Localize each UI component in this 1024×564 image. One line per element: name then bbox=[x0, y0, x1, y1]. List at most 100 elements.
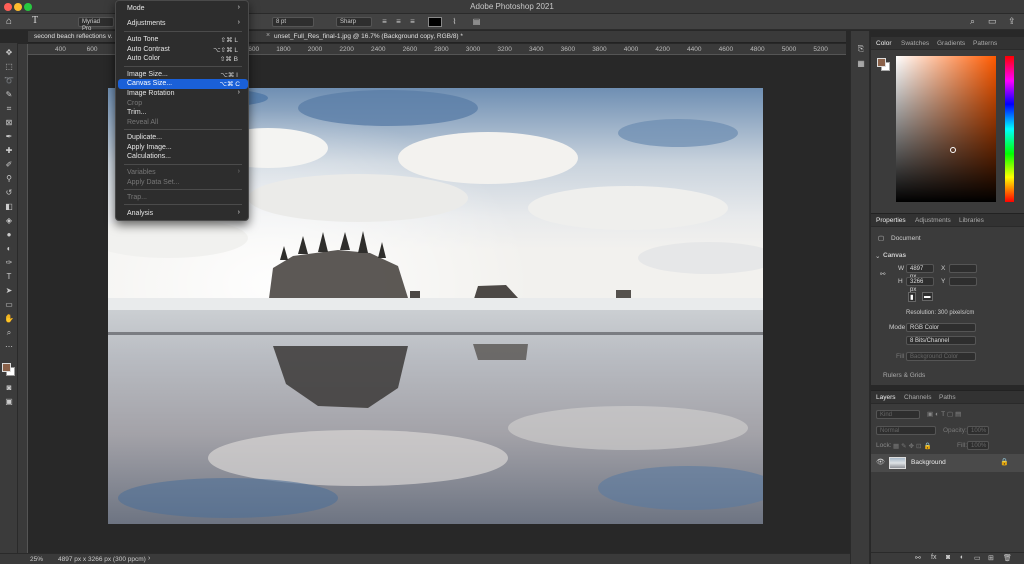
menu-item-duplicate[interactable]: Duplicate... bbox=[116, 133, 248, 143]
hue-slider[interactable] bbox=[1005, 56, 1014, 202]
tab-layers[interactable]: Layers bbox=[876, 394, 896, 401]
width-field[interactable]: 4897 px bbox=[906, 264, 934, 280]
tab-adjustments[interactable]: Adjustments bbox=[915, 217, 951, 224]
opacity-field[interactable]: 100% bbox=[967, 426, 989, 435]
tab-libraries[interactable]: Libraries bbox=[959, 217, 984, 224]
menu-item-auto-color[interactable]: Auto Color ⇧⌘ B bbox=[116, 54, 248, 64]
rectangle-tool-icon[interactable]: ▭ bbox=[3, 300, 15, 310]
lasso-tool-icon[interactable]: ➰ bbox=[3, 76, 15, 86]
menu-item-label: Image Rotation bbox=[127, 90, 175, 97]
trash-icon[interactable]: 🗑 bbox=[1003, 554, 1012, 562]
screen-mode-icon[interactable]: ▣ bbox=[3, 397, 15, 407]
warp-text-icon[interactable]: ⌇ bbox=[450, 17, 459, 26]
new-layer-icon[interactable]: ⊞ bbox=[988, 554, 994, 562]
fill-field[interactable]: 100% bbox=[967, 441, 989, 450]
add-mask-icon[interactable]: ◙ bbox=[946, 554, 950, 561]
paint-bucket-icon[interactable]: ◈ bbox=[3, 216, 15, 226]
y-field[interactable] bbox=[949, 277, 977, 286]
menu-item-calculations[interactable]: Calculations... bbox=[116, 152, 248, 162]
pen-tool-icon[interactable]: ✑ bbox=[3, 258, 15, 268]
text-color-swatch[interactable] bbox=[428, 17, 442, 27]
marquee-tool-icon[interactable]: ⬚ bbox=[3, 62, 15, 72]
adjustment-layer-icon[interactable]: ◐ bbox=[960, 554, 964, 561]
menu-item-image-rotation[interactable]: Image Rotation › bbox=[116, 89, 248, 99]
layer-row-background[interactable]: 👁 Background 🔒 bbox=[871, 454, 1024, 472]
history-brush-icon[interactable]: ↺ bbox=[3, 188, 15, 198]
fill-select[interactable]: Background Color bbox=[906, 352, 976, 361]
color-picker-field[interactable] bbox=[896, 56, 996, 202]
menu-item-canvas-size[interactable]: Canvas Size... ⌥⌘ C bbox=[118, 79, 248, 89]
close-tab-icon[interactable]: × bbox=[266, 32, 270, 39]
stamp-tool-icon[interactable]: ⚲ bbox=[3, 174, 15, 184]
blend-mode-select[interactable]: Normal bbox=[876, 426, 936, 435]
type-tool-icon[interactable]: T bbox=[32, 15, 38, 26]
portrait-orientation-icon[interactable]: ▮ bbox=[908, 292, 916, 302]
font-size-select[interactable]: 8 pt bbox=[272, 17, 314, 27]
crop-tool-icon[interactable]: ⌗ bbox=[3, 104, 15, 114]
align-left-icon[interactable]: ≡ bbox=[380, 17, 389, 26]
color-mode-select[interactable]: RGB Color bbox=[906, 323, 976, 332]
fx-icon[interactable]: fx bbox=[931, 554, 936, 561]
color-panel: Color Swatches Gradients Patterns bbox=[871, 37, 1024, 213]
align-right-icon[interactable]: ≡ bbox=[408, 17, 417, 26]
x-field[interactable] bbox=[949, 264, 977, 273]
eye-icon[interactable]: 👁 bbox=[876, 458, 885, 466]
eraser-tool-icon[interactable]: ◧ bbox=[3, 202, 15, 212]
lock-icons[interactable]: ▦✎✥⊡🔒 bbox=[893, 442, 934, 450]
foreground-color-swatch[interactable] bbox=[2, 363, 11, 372]
hand-tool-icon[interactable]: ✋ bbox=[3, 314, 15, 324]
menu-item-adjustments[interactable]: Adjustments › bbox=[116, 19, 248, 29]
antialias-select[interactable]: Sharp bbox=[336, 17, 372, 27]
lock-icon[interactable]: 🔒 bbox=[1000, 458, 1009, 466]
tab-paths[interactable]: Paths bbox=[939, 394, 956, 401]
zoom-tool-icon[interactable]: ⌕ bbox=[3, 328, 15, 338]
tab-patterns[interactable]: Patterns bbox=[973, 40, 997, 47]
healing-brush-icon[interactable]: ✚ bbox=[3, 146, 15, 156]
zoom-level[interactable]: 25% bbox=[30, 556, 43, 563]
dodge-tool-icon[interactable]: ◐ bbox=[3, 244, 15, 254]
blur-tool-icon[interactable]: ● bbox=[3, 230, 15, 240]
menu-item-mode[interactable]: Mode › bbox=[116, 4, 248, 14]
move-tool-icon[interactable]: ✥ bbox=[3, 48, 15, 58]
foreground-color-chip[interactable] bbox=[877, 58, 886, 67]
menu-item-trim[interactable]: Trim... bbox=[116, 108, 248, 118]
frame-tool-icon[interactable]: ⊠ bbox=[3, 118, 15, 128]
font-family-select[interactable]: Myriad Pro bbox=[78, 17, 114, 32]
history-panel-icon[interactable]: ⎘ bbox=[856, 44, 866, 54]
brush-tool-icon[interactable]: ✐ bbox=[3, 160, 15, 170]
character-panel-icon[interactable]: ▤ bbox=[472, 17, 481, 26]
rulers-grids-label[interactable]: Rulers & Grids bbox=[883, 372, 925, 379]
color-picker-cursor[interactable] bbox=[950, 147, 956, 153]
layer-filter-kind[interactable]: Kind bbox=[876, 410, 920, 419]
align-center-icon[interactable]: ≡ bbox=[394, 17, 403, 26]
more-tools-icon[interactable]: ⋯ bbox=[3, 342, 15, 352]
chevron-down-icon[interactable]: ⌄ bbox=[875, 252, 880, 260]
menu-item-analysis[interactable]: Analysis › bbox=[116, 209, 248, 219]
layer-filter-icons[interactable]: ▣◐T▢▤ bbox=[927, 410, 963, 418]
share-icon[interactable]: ⇪ bbox=[1008, 16, 1016, 27]
tab-gradients[interactable]: Gradients bbox=[937, 40, 965, 47]
bit-depth-select[interactable]: 8 Bits/Channel bbox=[906, 336, 976, 345]
menu-item-auto-tone[interactable]: Auto Tone ⇧⌘ L bbox=[116, 35, 248, 45]
height-field[interactable]: 3266 px bbox=[906, 277, 934, 293]
workspace-icon[interactable]: ▭ bbox=[988, 16, 997, 27]
link-layers-icon[interactable]: ⚯ bbox=[915, 554, 921, 562]
landscape-orientation-icon[interactable]: ▬ bbox=[922, 292, 933, 301]
tab-channels[interactable]: Channels bbox=[904, 394, 931, 401]
tab-properties[interactable]: Properties bbox=[876, 217, 906, 224]
type-tool-sidebar-icon[interactable]: T bbox=[3, 272, 15, 282]
ruler-tick-label: 4600 bbox=[718, 46, 734, 53]
ruler-tick-label: 3600 bbox=[560, 46, 576, 53]
chevron-right-icon[interactable]: › bbox=[148, 555, 150, 562]
eyedropper-tool-icon[interactable]: ✒ bbox=[3, 132, 15, 142]
search-icon[interactable]: ⌕ bbox=[970, 16, 975, 27]
path-select-icon[interactable]: ➤ bbox=[3, 286, 15, 296]
new-group-icon[interactable]: ▭ bbox=[974, 554, 981, 562]
libraries-panel-icon[interactable]: ▦ bbox=[856, 59, 866, 69]
quick-mask-icon[interactable]: ◙ bbox=[3, 383, 15, 393]
tab-swatches[interactable]: Swatches bbox=[901, 40, 929, 47]
link-icon[interactable]: ⚯ bbox=[880, 270, 885, 278]
quick-select-tool-icon[interactable]: ✎ bbox=[3, 90, 15, 100]
tab-color[interactable]: Color bbox=[876, 40, 892, 47]
home-icon[interactable]: ⌂ bbox=[6, 16, 12, 27]
